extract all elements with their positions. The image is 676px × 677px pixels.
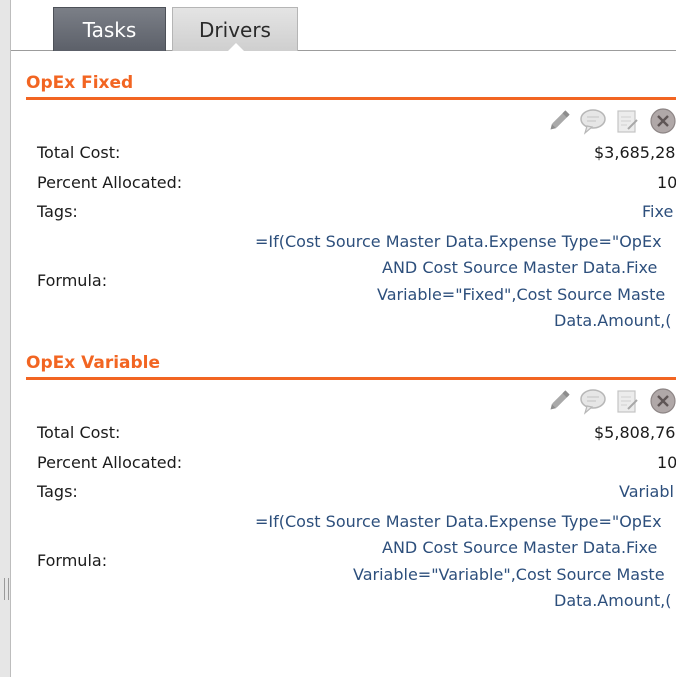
note-icon[interactable] xyxy=(613,387,641,415)
section-divider xyxy=(26,97,676,100)
formula-label: Formula: xyxy=(37,271,108,290)
formula-line: =If(Cost Source Master Data.Expense Type… xyxy=(255,512,662,531)
formula-line: AND Cost Source Master Data.Fixe xyxy=(382,538,658,557)
tags-label: Tags: xyxy=(37,202,78,221)
percent-allocated-value: 10 xyxy=(657,173,676,192)
formula-label: Formula: xyxy=(37,551,108,570)
driver-section-opex-variable: OpEx Variable Total Cost: $5,808,76 Perc… xyxy=(26,353,676,623)
percent-allocated-value: 10 xyxy=(657,453,676,472)
note-icon[interactable] xyxy=(613,107,641,135)
formula-line: Data.Amount,( xyxy=(554,311,672,330)
tags-value: Fixe xyxy=(642,202,674,221)
formula-line: Data.Amount,( xyxy=(554,591,672,610)
comment-icon[interactable] xyxy=(579,387,607,415)
tab-tasks[interactable]: Tasks xyxy=(53,7,166,51)
formula-line: Variable="Fixed",Cost Source Maste xyxy=(377,285,666,304)
percent-allocated-label: Percent Allocated: xyxy=(37,173,183,192)
tab-bar: Tasks Drivers xyxy=(0,0,676,52)
total-cost-value: $5,808,76 xyxy=(594,423,676,442)
formula-line: Variable="Variable",Cost Source Maste xyxy=(353,565,665,584)
drivers-panel: Tasks Drivers OpEx Fixed Total Cost: $3,… xyxy=(0,0,676,677)
tags-label: Tags: xyxy=(37,482,78,501)
pencil-icon[interactable] xyxy=(545,107,573,135)
formula-line: =If(Cost Source Master Data.Expense Type… xyxy=(255,232,662,251)
total-cost-label: Total Cost: xyxy=(37,143,121,162)
formula-line: AND Cost Source Master Data.Fixe xyxy=(382,258,658,277)
tags-value: Variabl xyxy=(619,482,674,501)
delete-icon[interactable] xyxy=(649,107,676,135)
percent-allocated-label: Percent Allocated: xyxy=(37,453,183,472)
section-divider xyxy=(26,377,676,380)
pencil-icon[interactable] xyxy=(545,387,573,415)
driver-section-opex-fixed: OpEx Fixed Total Cost: $3,685,28 Percent… xyxy=(26,73,676,343)
delete-icon[interactable] xyxy=(649,387,676,415)
panel-left-border xyxy=(0,0,11,677)
section-title: OpEx Variable xyxy=(26,353,161,373)
section-title: OpEx Fixed xyxy=(26,73,134,93)
driver-actions xyxy=(545,107,676,137)
comment-icon[interactable] xyxy=(579,107,607,135)
total-cost-label: Total Cost: xyxy=(37,423,121,442)
splitter-handle[interactable] xyxy=(4,578,9,600)
driver-actions xyxy=(545,387,676,417)
total-cost-value: $3,685,28 xyxy=(594,143,676,162)
active-tab-pointer xyxy=(228,43,244,51)
